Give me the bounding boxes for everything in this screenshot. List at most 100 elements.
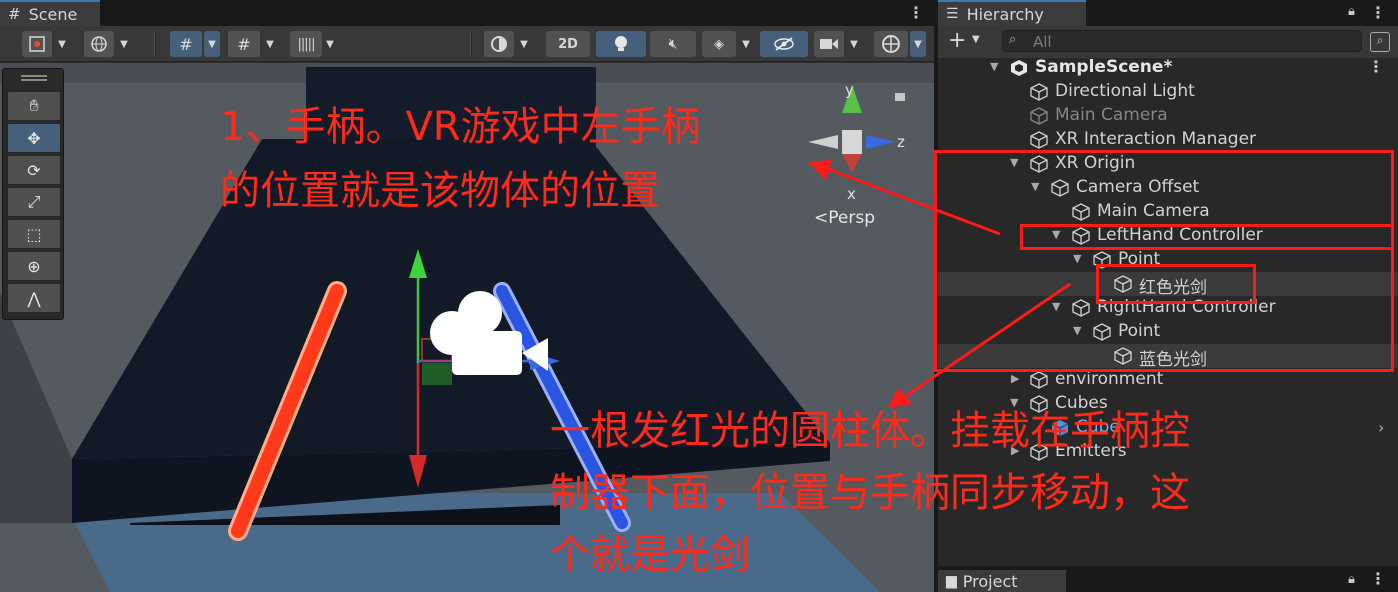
annotation-saber-line2: 制器下面，位置与手柄同步移动，这 [550,470,1190,516]
persp-label: Persp [828,208,875,228]
effects-button[interactable]: ◈ [702,31,736,57]
gizmo-z-label: z [897,133,905,151]
hierarchy-list-icon: ☰ [946,6,959,22]
scene-toolbar: ▼ ▼ # ▼ # ▼ ||||| ▼ ▼ 2D 🔇︎ ◈ ▼ ▼ ▼ [0,26,934,62]
grid-snapping-button[interactable]: # [170,31,202,57]
hierarchy-tab[interactable]: ☰ Hierarchy [938,0,1086,26]
move-tool-button[interactable]: ✥ [7,123,61,153]
globe-icon [91,36,107,52]
hierarchy-row-directional-light[interactable]: Directional Light [938,80,1398,104]
lefthand-highlight-box [1020,224,1394,250]
enter-prefab-chevron-icon[interactable]: › [1378,418,1384,437]
shading-dropdown-icon[interactable]: ▼ [516,31,532,57]
toolbar-separator [470,32,472,56]
collapsed-arrow-icon[interactable]: ▶ [1011,372,1019,385]
gameobject-cube-icon [1030,83,1048,101]
hierarchy-search-input[interactable]: ⌕ All [1002,30,1362,52]
gameobject-cube-icon [1030,371,1048,389]
scale-icon: ⤢ [27,192,41,211]
gizmos-dropdown-icon[interactable]: ▼ [910,31,926,57]
row-label: Directional Light [1055,81,1195,101]
draw-mode-button[interactable] [22,31,52,57]
draw-mode-dropdown-icon[interactable]: ▼ [54,31,70,57]
scene-grid-icon: # [8,5,21,23]
increment-snap-icon: # [237,34,251,54]
scene-tab-label: Scene [28,4,78,24]
hierarchy-menu-icon[interactable]: ⋮ [1370,4,1386,22]
hierarchy-tab-label: Hierarchy [966,4,1044,24]
expand-arrow-icon[interactable]: ▼ [990,60,998,73]
project-tab[interactable]: ▆ Project [938,570,1066,592]
palette-drag-handle[interactable] [21,75,47,81]
lightbulb-icon [615,36,627,51]
add-icon[interactable]: + [948,28,966,53]
scene-menu-icon[interactable]: ⋮ [908,4,924,22]
custom-tool-icon: ⋀ [27,288,41,308]
hidden-eye-icon [774,37,794,51]
tool-palette: ✋︎ ✥ ⟳ ⤢ ⬚ ⊕ ⋀ [2,68,64,320]
increment-snap-button[interactable]: # [228,31,260,57]
rotate-tool-button[interactable]: ⟳ [7,155,61,185]
gizmo-x-label: x [847,185,856,203]
camera-settings-button[interactable] [814,31,844,57]
hand-icon: ✋︎ [29,96,39,115]
unity-scene-icon [1011,60,1027,76]
2d-toggle-button[interactable]: 2D [546,31,590,57]
persp-toggle[interactable]: <Persp [814,208,875,228]
add-dropdown-icon[interactable]: ▼ [972,34,980,45]
rect-tool-button[interactable]: ⬚ [7,219,61,249]
project-menu-icon[interactable]: ⋮ [1370,570,1386,588]
scene-tab[interactable]: # Scene [0,0,100,26]
persp-chevron-icon: < [814,208,829,228]
gameobject-cube-icon [1030,107,1048,125]
row-label: SampleScene* [1035,57,1173,77]
gameobject-cube-icon [1030,131,1048,149]
lock-icon[interactable]: 🔒︎ [1348,4,1355,19]
scene-search-icon[interactable]: ⌕ [1370,32,1390,52]
project-lock-icon[interactable]: 🔒︎ [1348,572,1355,587]
row-label: environment [1055,369,1164,389]
audio-mute-icon: 🔇︎ [668,36,678,52]
transform-tool-button[interactable]: ⊕ [7,251,61,281]
rotate-icon: ⟳ [27,160,41,180]
camera-settings-dropdown-icon[interactable]: ▼ [846,31,862,57]
scene-tabbar: # Scene ⋮ [0,0,934,26]
lighting-toggle-button[interactable] [596,31,646,57]
project-tabbar: ▆ Project 🔒︎ ⋮ [938,566,1398,592]
project-tab-label: Project [962,571,1018,591]
ruler-icon: ||||| [297,36,316,52]
increment-snap-dropdown-icon[interactable]: ▼ [262,31,278,57]
annotation-saber-line1: 一根发红光的圆柱体。挂载在手柄控 [550,408,1190,454]
rect-icon: ⬚ [26,224,42,244]
move-arrows-icon: ✥ [27,128,41,148]
global-local-button[interactable] [84,31,114,57]
hierarchy-tabbar: ☰ Hierarchy 🔒︎ ⋮ [938,0,1398,26]
audio-toggle-button[interactable]: 🔇︎ [650,31,696,57]
effects-dropdown-icon[interactable]: ▼ [738,31,754,57]
annotation-saber-line3: 个就是光剑 [550,532,750,578]
ruler-button[interactable]: ||||| [290,31,322,57]
grid-snap-dropdown-icon[interactable]: ▼ [204,31,220,57]
transform-icon: ⊕ [27,256,41,276]
shading-sphere-icon [491,36,507,52]
hierarchy-row-samplescene[interactable]: ▼ SampleScene* ⋮ [938,56,1398,80]
scene-visibility-button[interactable] [760,31,808,57]
hierarchy-row-xr-interaction-manager[interactable]: XR Interaction Manager [938,128,1398,152]
custom-tool-button[interactable]: ⋀ [7,283,61,313]
scale-tool-button[interactable]: ⤢ [7,187,61,217]
ruler-dropdown-icon[interactable]: ▼ [322,31,338,57]
annotation-controller-line2: 的位置就是该物体的位置 [220,168,660,214]
effects-icon: ◈ [714,36,724,52]
gizmo-y-label: y [845,81,854,99]
global-local-dropdown-icon[interactable]: ▼ [116,31,132,57]
shading-mode-button[interactable] [484,31,514,57]
draw-mode-icon [29,36,45,52]
gizmos-button[interactable] [874,31,908,57]
row-label: XR Interaction Manager [1055,129,1257,149]
grid-snap-icon: # [179,34,193,54]
row-label: Main Camera [1055,105,1168,125]
hierarchy-toolbar: + ▼ ⌕ All ⌕ [938,26,1398,58]
scene-row-menu-icon[interactable]: ⋮ [1368,58,1384,76]
hierarchy-row-main-camera-disabled[interactable]: Main Camera [938,104,1398,128]
hand-tool-button[interactable]: ✋︎ [7,91,61,121]
